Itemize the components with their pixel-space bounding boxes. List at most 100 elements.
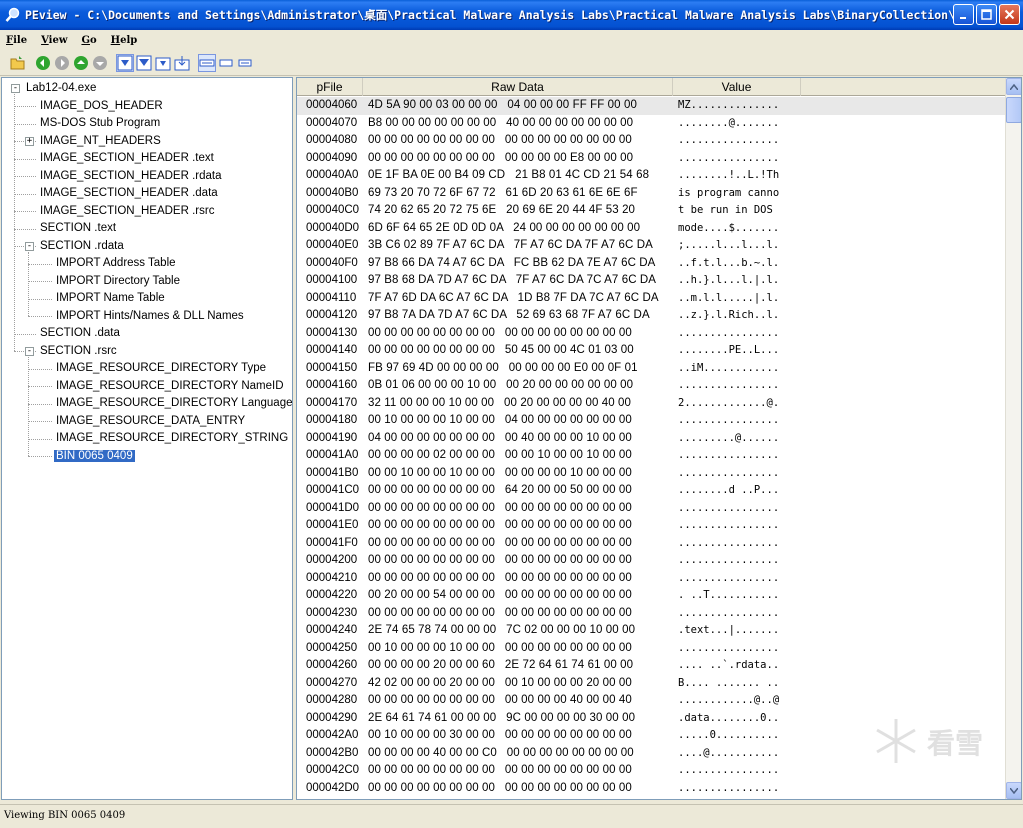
hex-row[interactable]: 00004270 42 02 00 00 00 20 00 00 00 10 00…: [297, 675, 1006, 693]
next-button[interactable]: [92, 55, 108, 71]
tree-item[interactable]: IMPORT Address Table: [54, 255, 178, 273]
tree-connector: [14, 228, 36, 230]
hex-row[interactable]: 000041D0 00 00 00 00 00 00 00 00 00 00 00…: [297, 500, 1006, 518]
open-button[interactable]: [10, 55, 26, 71]
tree-item[interactable]: IMAGE_SECTION_HEADER .rdata: [38, 168, 224, 186]
scroll-up-button[interactable]: [1006, 78, 1021, 95]
hex-row[interactable]: 000040C0 74 20 62 65 20 72 75 6E 20 69 6E…: [297, 202, 1006, 220]
hex-row[interactable]: 00004160 0B 01 06 00 00 00 10 00 00 20 00…: [297, 377, 1006, 395]
vertical-scrollbar[interactable]: [1005, 78, 1021, 799]
tree-item[interactable]: SECTION .text: [38, 220, 118, 238]
hex-row[interactable]: 00004200 00 00 00 00 00 00 00 00 00 00 00…: [297, 552, 1006, 570]
hex-row[interactable]: 00004210 00 00 00 00 00 00 00 00 00 00 00…: [297, 570, 1006, 588]
hex-row[interactable]: 00004140 00 00 00 00 00 00 00 00 50 45 00…: [297, 342, 1006, 360]
detail-mode-button[interactable]: [237, 55, 253, 71]
tree-connector: [14, 211, 36, 213]
hex-row[interactable]: 000041F0 00 00 00 00 00 00 00 00 00 00 00…: [297, 535, 1006, 553]
hex-row[interactable]: 00004100 97 B8 68 DA 7D A7 6C DA 7F A7 6C…: [297, 272, 1006, 290]
hex-row[interactable]: 00004130 00 00 00 00 00 00 00 00 00 00 00…: [297, 325, 1006, 343]
hex-row[interactable]: 00004170 32 11 00 00 00 10 00 00 00 20 00…: [297, 395, 1006, 413]
hex-row[interactable]: 00004080 00 00 00 00 00 00 00 00 00 00 00…: [297, 132, 1006, 150]
tree-item[interactable]: IMAGE_RESOURCE_DIRECTORY Type: [54, 360, 268, 378]
tree-item[interactable]: IMAGE_RESOURCE_DIRECTORY NameID: [54, 378, 286, 396]
column-header-raw-data[interactable]: Raw Data: [363, 78, 673, 96]
menu-help[interactable]: Help: [109, 35, 140, 46]
hex-row[interactable]: 00004230 00 00 00 00 00 00 00 00 00 00 00…: [297, 605, 1006, 623]
forward-button[interactable]: [54, 55, 70, 71]
tree-item[interactable]: SECTION .data: [38, 325, 122, 343]
tree-item[interactable]: IMAGE_RESOURCE_DIRECTORY_STRING: [54, 430, 290, 448]
tree-item[interactable]: SECTION .rdata: [38, 238, 126, 256]
hex-row[interactable]: 000040E0 3B C6 02 89 7F A7 6C DA 7F A7 6C…: [297, 237, 1006, 255]
hex-offset: 00004130: [306, 326, 358, 339]
menu-view[interactable]: View: [39, 35, 69, 46]
hex-view[interactable]: pFile Raw Data Value 00004060 4D 5A 90 00…: [296, 77, 1022, 800]
tree-item[interactable]: IMAGE_RESOURCE_DIRECTORY Language: [54, 395, 292, 413]
column-header-value[interactable]: Value: [673, 78, 801, 96]
tree-item-label: IMPORT Directory Table: [56, 274, 180, 287]
hex-offset: 00004190: [306, 431, 358, 444]
next-icon: [93, 55, 107, 70]
hex-row[interactable]: 000040F0 97 B8 66 DA 74 A7 6C DA FC BB 62…: [297, 255, 1006, 273]
hex-row[interactable]: 00004180 00 10 00 00 00 10 00 00 04 00 00…: [297, 412, 1006, 430]
tree-item[interactable]: IMPORT Hints/Names & DLL Names: [54, 308, 246, 326]
maximize-button[interactable]: [976, 4, 997, 25]
hex-row[interactable]: 000040B0 69 73 20 70 72 6F 67 72 61 6D 20…: [297, 185, 1006, 203]
hex-row[interactable]: 00004070 B8 00 00 00 00 00 00 00 40 00 00…: [297, 115, 1006, 133]
hex-row[interactable]: 00004190 04 00 00 00 00 00 00 00 00 40 00…: [297, 430, 1006, 448]
tree-connector: [28, 368, 52, 370]
hex-row[interactable]: 00004280 00 00 00 00 00 00 00 00 00 00 00…: [297, 692, 1006, 710]
hex-offset: 000042C0: [306, 764, 360, 776]
scroll-down-button[interactable]: [1006, 782, 1021, 799]
hex-row[interactable]: 00004150 FB 97 69 4D 00 00 00 00 00 00 00…: [297, 360, 1006, 378]
view-word-button[interactable]: [136, 55, 152, 71]
scroll-thumb[interactable]: [1006, 97, 1021, 123]
view-qword-button[interactable]: [174, 55, 190, 71]
view-byte-button[interactable]: [116, 53, 134, 72]
tree-item[interactable]: SECTION .rsrc: [38, 343, 119, 361]
hex-row[interactable]: 000041E0 00 00 00 00 00 00 00 00 00 00 00…: [297, 517, 1006, 535]
hex-row[interactable]: 00004060 4D 5A 90 00 03 00 00 00 04 00 00…: [297, 97, 1006, 115]
tree-item[interactable]: IMAGE_NT_HEADERS: [38, 133, 163, 151]
list-mode-button[interactable]: [218, 55, 234, 71]
hex-row[interactable]: 00004220 00 20 00 00 54 00 00 00 00 00 00…: [297, 587, 1006, 605]
expand-icon[interactable]: +: [25, 136, 34, 146]
tree-item[interactable]: MS-DOS Stub Program: [38, 115, 162, 133]
hex-row[interactable]: 00004090 00 00 00 00 00 00 00 00 00 00 00…: [297, 150, 1006, 168]
hex-row[interactable]: 00004260 00 00 00 00 20 00 00 60 2E 72 64…: [297, 657, 1006, 675]
back-button[interactable]: [35, 55, 51, 71]
forward-icon: [55, 55, 69, 70]
hex-row[interactable]: 00004120 97 B8 7A DA 7D A7 6C DA 52 69 63…: [297, 307, 1006, 325]
collapse-icon[interactable]: -: [11, 84, 20, 93]
hex-row[interactable]: 00004240 2E 74 65 78 74 00 00 00 7C 02 00…: [297, 622, 1006, 640]
close-button[interactable]: [999, 4, 1020, 25]
menu-go[interactable]: Go: [79, 35, 98, 46]
hex-row[interactable]: 000042D0 00 00 00 00 00 00 00 00 00 00 00…: [297, 780, 1006, 798]
previous-button[interactable]: [73, 55, 89, 71]
tree-item[interactable]: IMAGE_SECTION_HEADER .rsrc: [38, 203, 216, 221]
hex-row[interactable]: 00004250 00 10 00 00 00 10 00 00 00 00 00…: [297, 640, 1006, 658]
tree-item[interactable]: IMAGE_SECTION_HEADER .data: [38, 185, 220, 203]
collapse-icon[interactable]: -: [25, 346, 34, 356]
tree-item[interactable]: Lab12-04.exe: [24, 80, 98, 98]
hex-mode-button[interactable]: [198, 53, 216, 72]
hex-row[interactable]: 000040A0 0E 1F BA 0E 00 B4 09 CD 21 B8 01…: [297, 167, 1006, 185]
minimize-button[interactable]: [953, 4, 974, 25]
tree-item[interactable]: IMPORT Directory Table: [54, 273, 182, 291]
menu-file[interactable]: File: [4, 35, 29, 46]
hex-row[interactable]: 000041A0 00 00 00 00 02 00 00 00 00 00 10…: [297, 447, 1006, 465]
tree-item[interactable]: IMPORT Name Table: [54, 290, 167, 308]
hex-row[interactable]: 000041B0 00 00 10 00 00 10 00 00 00 00 00…: [297, 465, 1006, 483]
collapse-icon[interactable]: -: [25, 241, 34, 251]
column-header-pfile[interactable]: pFile: [297, 78, 363, 96]
view-dword-button[interactable]: [155, 55, 171, 71]
structure-tree[interactable]: Lab12-04.exe IMAGE_DOS_HEADER MS-DOS Stub …: [1, 77, 293, 800]
tree-item[interactable]: IMAGE_SECTION_HEADER .text: [38, 150, 216, 168]
hex-row[interactable]: 00004110 7F A7 6D DA 6C A7 6C DA 1D B8 7F…: [297, 290, 1006, 308]
hex-row[interactable]: 000040D0 6D 6F 64 65 2E 0D 0D 0A 24 00 00…: [297, 220, 1006, 238]
tree-item[interactable]: BIN 0065 0409: [53, 448, 136, 466]
tree-item[interactable]: IMAGE_RESOURCE_DATA_ENTRY: [54, 413, 247, 431]
hex-offset: 00004180: [306, 414, 358, 426]
tree-item[interactable]: IMAGE_DOS_HEADER: [38, 98, 165, 116]
hex-row[interactable]: 000041C0 00 00 00 00 00 00 00 00 64 20 00…: [297, 482, 1006, 500]
